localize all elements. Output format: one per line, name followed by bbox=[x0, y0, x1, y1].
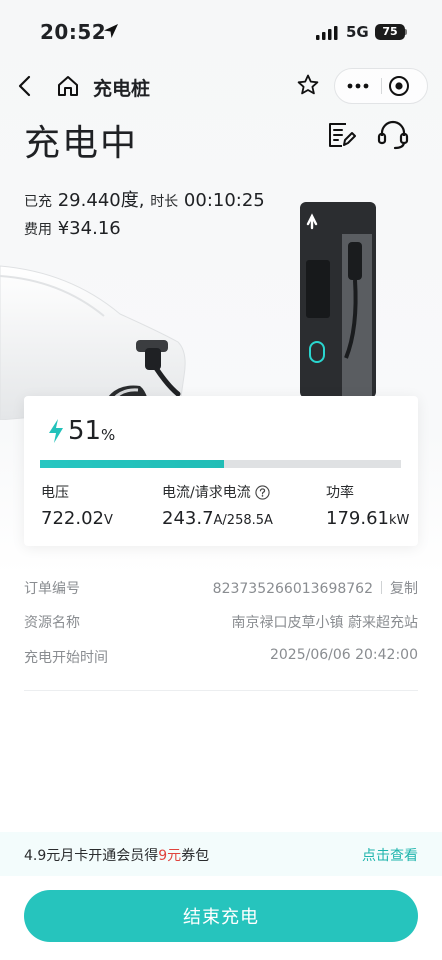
status-bar: 20:52 5G 75 bbox=[0, 0, 442, 64]
battery-tip bbox=[405, 29, 407, 35]
network-type: 5G bbox=[346, 23, 369, 41]
duration-label: 时长 bbox=[150, 194, 179, 210]
lightning-bolt-icon bbox=[49, 419, 63, 443]
current-value: 243.7 bbox=[162, 508, 214, 529]
battery-percent: 51 bbox=[68, 416, 102, 446]
power-metric: 功率 179.61kW bbox=[326, 482, 409, 529]
order-number-value: 823735266013698762 bbox=[212, 581, 373, 597]
edit-note-icon[interactable] bbox=[326, 120, 356, 150]
current-unit: A/258.5A bbox=[213, 513, 273, 528]
cellular-signal-icon bbox=[316, 26, 338, 40]
car-illustration bbox=[0, 265, 186, 420]
nav-title: 充电桩 bbox=[93, 78, 151, 100]
promo-text-before: 4.9元月卡开通会员得 bbox=[24, 848, 159, 864]
status-time: 20:52 bbox=[40, 20, 107, 44]
capsule-divider bbox=[381, 78, 382, 94]
more-icon[interactable] bbox=[346, 82, 370, 90]
power-label: 功率 bbox=[326, 485, 354, 501]
voltage-metric: 电压 722.02V bbox=[41, 482, 113, 529]
battery-indicator: 75 bbox=[375, 24, 405, 40]
start-time-row: 充电开始时间 2025/06/06 20:42:00 bbox=[24, 647, 418, 667]
current-label: 电流/请求电流 bbox=[162, 485, 251, 501]
end-charging-button[interactable]: 结束充电 bbox=[24, 890, 418, 942]
location-arrow-icon bbox=[104, 24, 118, 38]
power-reading: 179.61kW bbox=[326, 508, 409, 529]
charge-summary: 已充 29.440度, 时长 00:10:25 bbox=[24, 186, 265, 212]
close-target-icon[interactable] bbox=[388, 75, 410, 97]
voltage-value: 722.02 bbox=[41, 508, 104, 529]
station-label: 资源名称 bbox=[24, 615, 80, 631]
charging-page: 20:52 5G 75 充电桩 充电中 已充 29.440度, 时长 00:10… bbox=[0, 0, 442, 960]
promo-view-link[interactable]: 点击查看 bbox=[362, 845, 418, 865]
order-number-label: 订单编号 bbox=[24, 581, 80, 597]
power-unit: kW bbox=[388, 513, 410, 528]
membership-promo-bar: 4.9元月卡开通会员得9元券包 点击查看 bbox=[0, 832, 442, 876]
home-icon[interactable] bbox=[56, 74, 80, 98]
promo-highlight: 9元 bbox=[158, 848, 182, 864]
start-time-label: 充电开始时间 bbox=[24, 650, 108, 666]
promo-text-after: 券包 bbox=[181, 848, 210, 864]
customer-service-icon[interactable] bbox=[376, 118, 410, 152]
duration-value: 00:10:25 bbox=[183, 190, 265, 211]
power-value: 179.61 bbox=[326, 508, 389, 529]
current-label-row: 电流/请求电流 bbox=[162, 482, 273, 502]
current-metric: 电流/请求电流 243.7A/258.5A bbox=[162, 482, 273, 529]
charge-progress-bar bbox=[40, 460, 401, 468]
copy-divider bbox=[381, 581, 382, 594]
info-divider bbox=[24, 690, 418, 691]
promo-text: 4.9元月卡开通会员得9元券包 bbox=[24, 845, 209, 865]
current-reading: 243.7A/258.5A bbox=[162, 508, 273, 529]
favorite-star-icon[interactable] bbox=[296, 73, 320, 97]
percent-sign: % bbox=[101, 426, 116, 444]
start-time-value: 2025/06/06 20:42:00 bbox=[269, 647, 418, 663]
back-arrow-icon[interactable] bbox=[14, 74, 38, 98]
battery-status-card: 51 % 电压 722.02V 电流/请求电流 243.7A/258.5A 功率… bbox=[24, 396, 418, 546]
copy-button[interactable]: 复制 bbox=[390, 581, 418, 597]
voltage-unit: V bbox=[103, 513, 113, 528]
station-value: 南京禄口皮草小镇 蔚来超充站 bbox=[231, 615, 418, 631]
nav-bar: 充电桩 bbox=[0, 64, 442, 108]
help-question-icon[interactable] bbox=[255, 484, 270, 500]
voltage-reading: 722.02V bbox=[41, 508, 113, 529]
charged-value: 29.440度, bbox=[57, 190, 145, 211]
order-number-value-group: 823735266013698762 复制 bbox=[213, 578, 418, 598]
charged-label: 已充 bbox=[24, 194, 52, 210]
order-number-row: 订单编号 823735266013698762 复制 bbox=[24, 578, 418, 598]
page-title: 充电中 bbox=[24, 123, 139, 164]
voltage-label: 电压 bbox=[41, 485, 69, 501]
charge-progress-fill bbox=[40, 460, 225, 468]
charger-illustration bbox=[300, 202, 376, 398]
station-row: 资源名称 南京禄口皮草小镇 蔚来超充站 bbox=[24, 612, 418, 632]
